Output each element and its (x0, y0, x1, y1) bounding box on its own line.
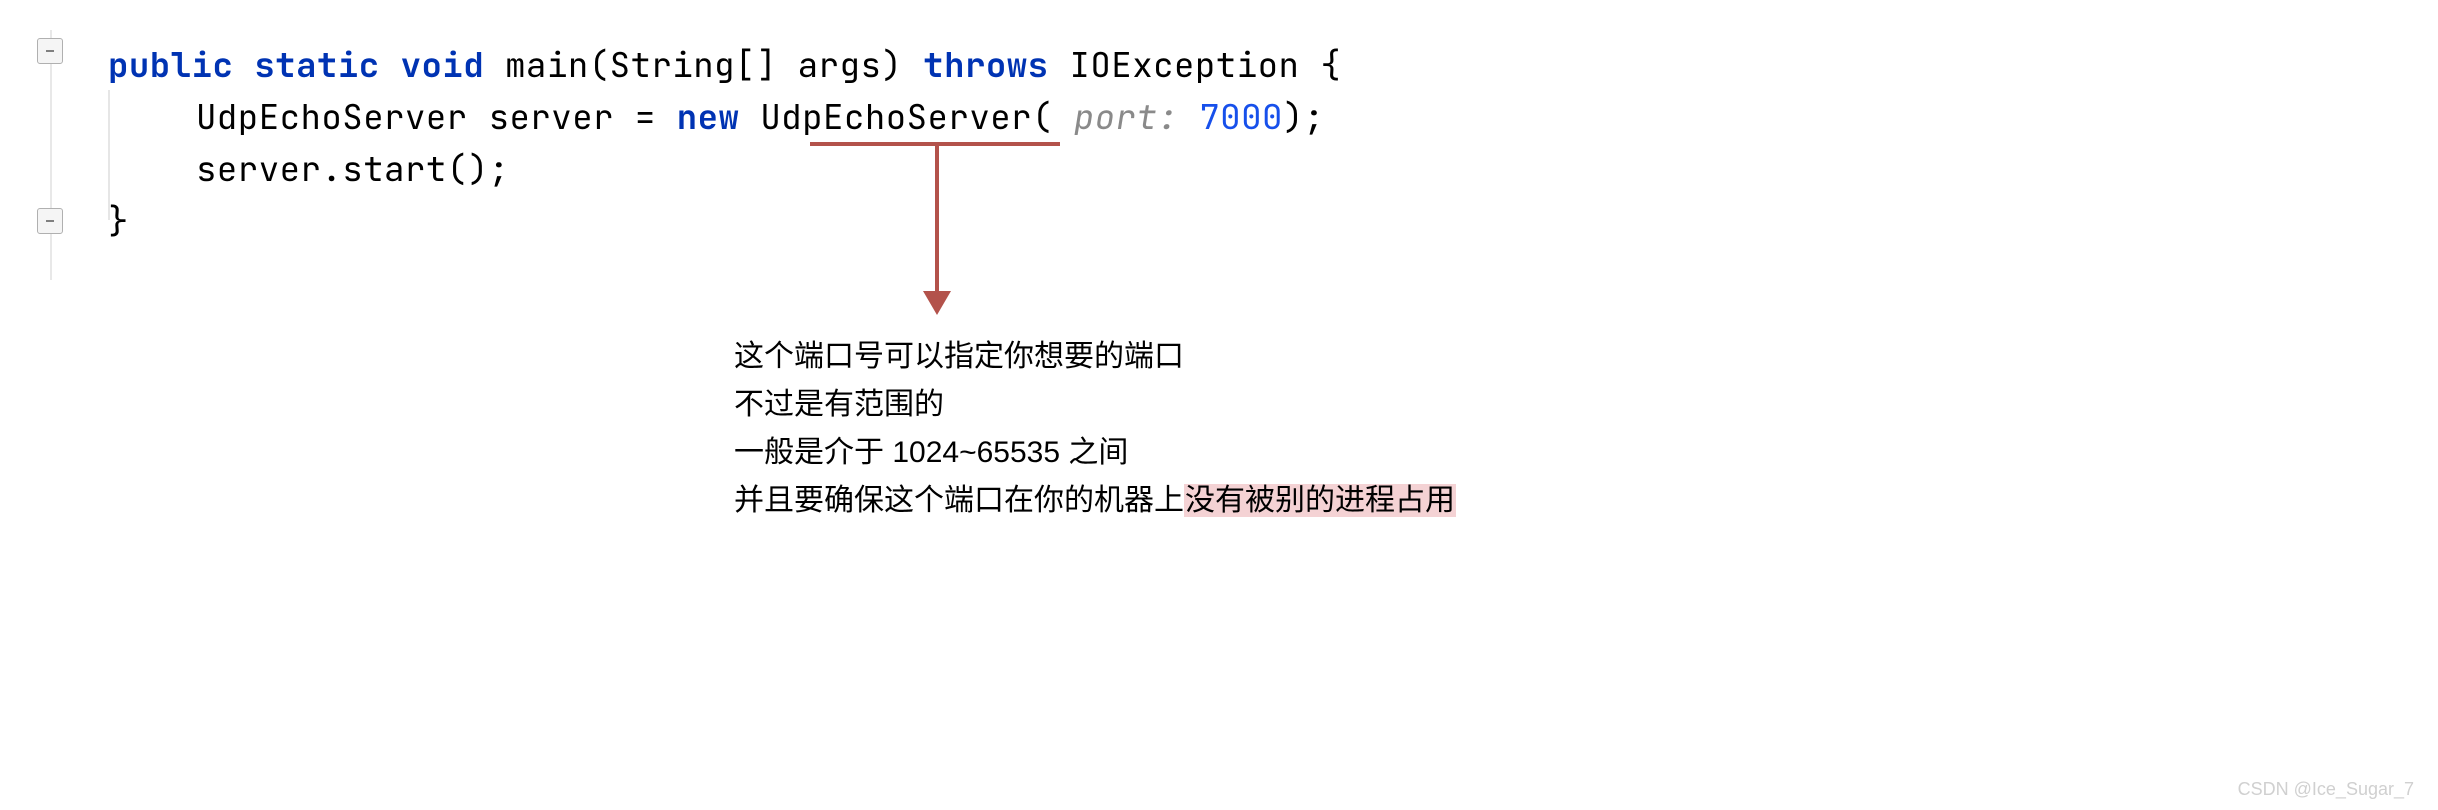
var-name: server (489, 95, 614, 140)
annotation-line-1: 这个端口号可以指定你想要的端口 (734, 333, 1456, 381)
parameter-hint: port: (1053, 95, 1199, 140)
annotation-line-3: 一般是介于 1024~65535 之间 (734, 429, 1456, 477)
code-block: public static void main(String[] args) t… (108, 40, 1341, 248)
annotation-line-4: 并且要确保这个端口在你的机器上没有被别的进程占用 (734, 477, 1456, 525)
watermark-text: CSDN @Ice_Sugar_7 (2238, 779, 2414, 800)
code-line-4: } (108, 196, 1341, 248)
annotation-line-2: 不过是有范围的 (734, 381, 1456, 429)
port-number: 7000 (1199, 95, 1283, 140)
var-type: UdpEchoServer (196, 95, 468, 140)
fold-minus-icon[interactable] (37, 208, 63, 234)
method-name: main (505, 43, 589, 88)
arrow-line (935, 146, 939, 306)
code-line-2: UdpEchoServer server = new UdpEchoServer… (108, 92, 1341, 144)
param-name: args (798, 43, 882, 88)
code-line-3: server.start(); (108, 144, 1341, 196)
annotation-line-4a: 并且要确保这个端口在你的机器上 (734, 484, 1184, 517)
keyword-static: static (254, 43, 379, 88)
keyword-void: void (401, 43, 485, 88)
annotation-highlight: 没有被别的进程占用 (1184, 484, 1456, 517)
close-paren-semicolon: ); (1283, 95, 1325, 140)
keyword-throws: throws (923, 43, 1048, 88)
code-line-1: public static void main(String[] args) t… (108, 40, 1341, 92)
open-brace: { (1320, 43, 1341, 88)
callout-arrow (935, 146, 939, 306)
equals: = (635, 95, 656, 140)
param-type: String[] (610, 43, 777, 88)
constructor: UdpEchoServer (760, 95, 1032, 140)
chevron-down-icon (923, 291, 951, 315)
method-call: server.start(); (196, 147, 510, 192)
editor-gutter (30, 30, 70, 280)
fold-minus-icon[interactable] (37, 38, 63, 64)
annotation-note: 这个端口号可以指定你想要的端口 不过是有范围的 一般是介于 1024~65535… (734, 333, 1456, 525)
close-brace: } (108, 199, 129, 244)
gutter-vertical-line (50, 30, 52, 280)
keyword-new: new (677, 95, 740, 140)
exception-type: IOException (1070, 43, 1300, 88)
keyword-public: public (108, 43, 233, 88)
